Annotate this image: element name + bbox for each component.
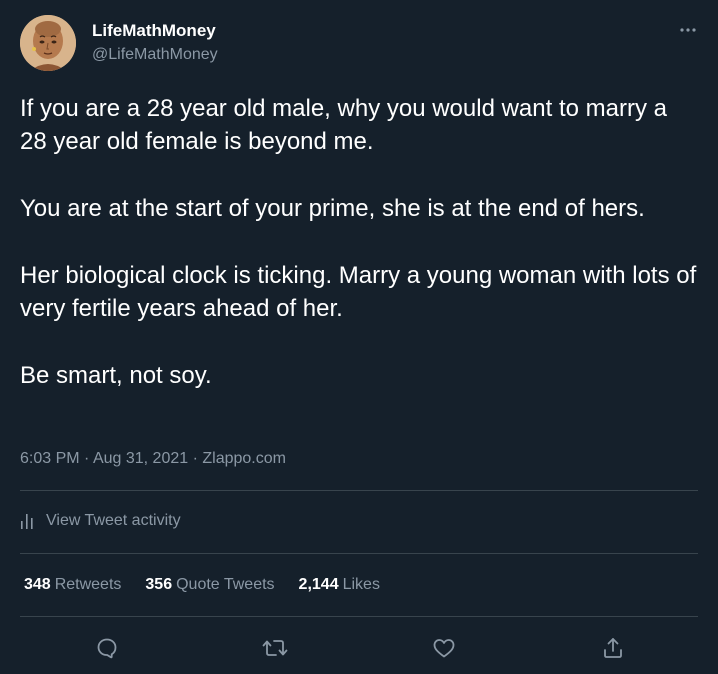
tweet-paragraph: If you are a 28 year old male, why you w… (20, 95, 667, 155)
meta-separator: · (84, 450, 93, 467)
retweets-label: Retweets (54, 576, 122, 593)
likes-count: 2,144 (298, 576, 339, 593)
tweet-stats: 348 Retweets 356 Quote Tweets 2,144 Likes (24, 575, 404, 595)
retweet-icon[interactable] (262, 635, 288, 661)
more-options-icon[interactable] (676, 20, 700, 40)
tweet-paragraph: You are at the start of your prime, she … (20, 195, 645, 222)
quote-tweets-stat[interactable]: 356 Quote Tweets (145, 575, 274, 595)
tweet-text: If you are a 28 year old male, why you w… (20, 92, 700, 392)
quote-tweets-label: Quote Tweets (176, 576, 275, 593)
divider (20, 616, 698, 617)
divider (20, 490, 698, 491)
retweets-count: 348 (24, 576, 51, 593)
share-icon[interactable] (600, 635, 626, 661)
tweet-source[interactable]: Zlappo.com (202, 450, 286, 467)
likes-label: Likes (342, 576, 380, 593)
reply-icon[interactable] (94, 635, 120, 661)
tweet-paragraph: Be smart, not soy. (20, 362, 212, 389)
divider (20, 553, 698, 554)
tweet-time[interactable]: 6:03 PM (20, 450, 80, 467)
likes-stat[interactable]: 2,144 Likes (299, 575, 380, 595)
quote-tweets-count: 356 (145, 576, 173, 593)
tweet-card: LifeMathMoney @LifeMathMoney If you are … (0, 0, 718, 674)
avatar[interactable] (20, 15, 76, 71)
tweet-meta: 6:03 PM · Aug 31, 2021 · Zlappo.com (20, 449, 286, 469)
view-activity-label: View Tweet activity (46, 512, 181, 529)
tweet-date[interactable]: Aug 31, 2021 (93, 450, 188, 467)
author-name[interactable]: LifeMathMoney (92, 21, 216, 41)
tweet-actions (0, 630, 718, 664)
analytics-icon (20, 512, 36, 530)
meta-separator: · (192, 450, 203, 467)
view-activity-link[interactable]: View Tweet activity (20, 512, 181, 530)
tweet-paragraph: Her biological clock is ticking. Marry a… (20, 262, 697, 322)
retweets-stat[interactable]: 348 Retweets (24, 575, 121, 595)
like-icon[interactable] (431, 635, 457, 661)
author-handle[interactable]: @LifeMathMoney (92, 45, 218, 65)
